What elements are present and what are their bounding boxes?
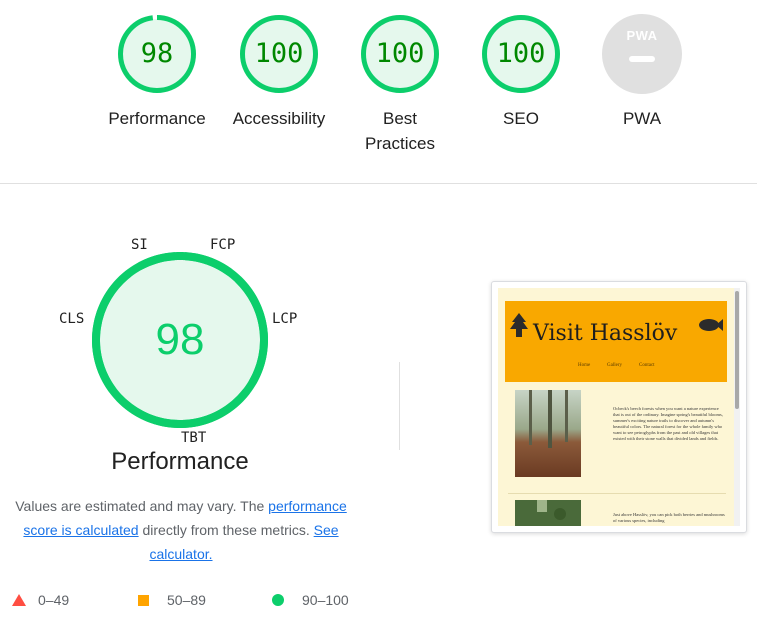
forest-photo <box>515 390 581 477</box>
legend-average-label: 50–89 <box>167 592 206 608</box>
score-description: Values are estimated and may vary. The p… <box>0 494 362 566</box>
fish-icon <box>699 319 723 331</box>
site-nav-contact: Contact <box>639 363 655 368</box>
gauge-best-practices-label: Best Practices <box>365 109 435 153</box>
gauge-seo-score: 100 <box>496 38 546 69</box>
category-gauges-section: 98 Performance 100 Accessibility 100 Bes… <box>0 0 757 184</box>
gauge-accessibility-ring: 100 <box>239 14 319 94</box>
dash-icon <box>629 56 655 62</box>
gauge-seo-ring: 100 <box>481 14 561 94</box>
gauge-best-practices[interactable]: 100 Best Practices <box>345 14 455 156</box>
screenshot-page: Visit Hasslöv Home Gallery Contact Ocbec… <box>498 288 734 526</box>
gauge-pwa[interactable]: PWA PWA <box>587 14 697 131</box>
gauge-seo-label: SEO <box>503 109 539 128</box>
gauge-performance[interactable]: 98 Performance <box>102 14 212 131</box>
site-banner: Visit Hasslöv Home Gallery Contact <box>505 301 727 382</box>
legend-fail-label: 0–49 <box>38 592 70 608</box>
gauge-pwa-label: PWA <box>622 109 662 128</box>
screenshot-divider <box>508 493 726 494</box>
screenshot-scrollbar-thumb[interactable] <box>735 291 739 409</box>
vertical-divider <box>399 362 400 450</box>
gauge-best-practices-ring: 100 <box>360 14 440 94</box>
tree-icon <box>510 313 528 337</box>
site-paragraph-2: Just above Hasslöv, you can pick both be… <box>613 512 725 523</box>
site-title: Visit Hasslöv <box>533 321 678 346</box>
gauge-accessibility-label: Accessibility <box>232 109 326 128</box>
square-icon <box>138 595 149 606</box>
site-paragraph-1: Ocbeck's beech forests when you want a n… <box>613 406 723 441</box>
gauge-performance-score: 98 <box>140 38 174 69</box>
performance-score: 98 <box>155 315 205 364</box>
final-screenshot[interactable]: Visit Hasslöv Home Gallery Contact Ocbec… <box>491 281 747 533</box>
gauge-performance-label: Performance <box>108 109 206 128</box>
metric-label-tbt[interactable]: TBT <box>181 430 206 446</box>
performance-title: Performance <box>111 448 249 475</box>
site-nav-home: Home <box>578 363 591 368</box>
description-text-1: Values are estimated and may vary. The <box>15 498 269 514</box>
legend-pass: 90–100 <box>272 592 349 608</box>
gauge-seo[interactable]: 100 SEO <box>466 14 576 131</box>
berries-photo <box>515 500 581 526</box>
metric-label-fcp[interactable]: FCP <box>210 237 235 253</box>
legend-pass-label: 90–100 <box>302 592 349 608</box>
metric-label-lcp[interactable]: LCP <box>272 311 297 327</box>
gauge-accessibility-score: 100 <box>254 38 304 69</box>
metric-label-si[interactable]: SI <box>131 237 148 253</box>
gauge-best-practices-score: 100 <box>375 38 425 69</box>
legend-fail: 0–49 <box>12 592 69 608</box>
pwa-badge-icon: PWA <box>602 14 682 94</box>
circle-icon <box>272 594 284 606</box>
gauge-accessibility[interactable]: 100 Accessibility <box>224 14 334 131</box>
metric-label-cls[interactable]: CLS <box>59 311 84 327</box>
gauge-performance-ring: 98 <box>117 14 197 94</box>
site-nav-gallery: Gallery <box>607 363 622 368</box>
legend-average: 50–89 <box>138 592 206 608</box>
triangle-icon <box>12 594 26 606</box>
gauge-pwa-ring: PWA <box>602 14 682 94</box>
description-text-2: directly from these metrics. <box>138 522 314 538</box>
pwa-badge-text: PWA <box>626 28 658 43</box>
